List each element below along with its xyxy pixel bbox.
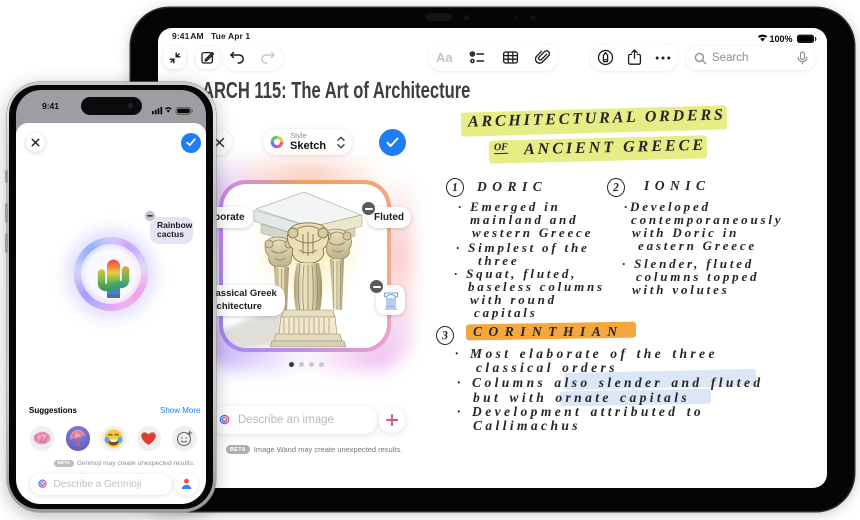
svg-text:100%: 100%: [770, 34, 793, 44]
